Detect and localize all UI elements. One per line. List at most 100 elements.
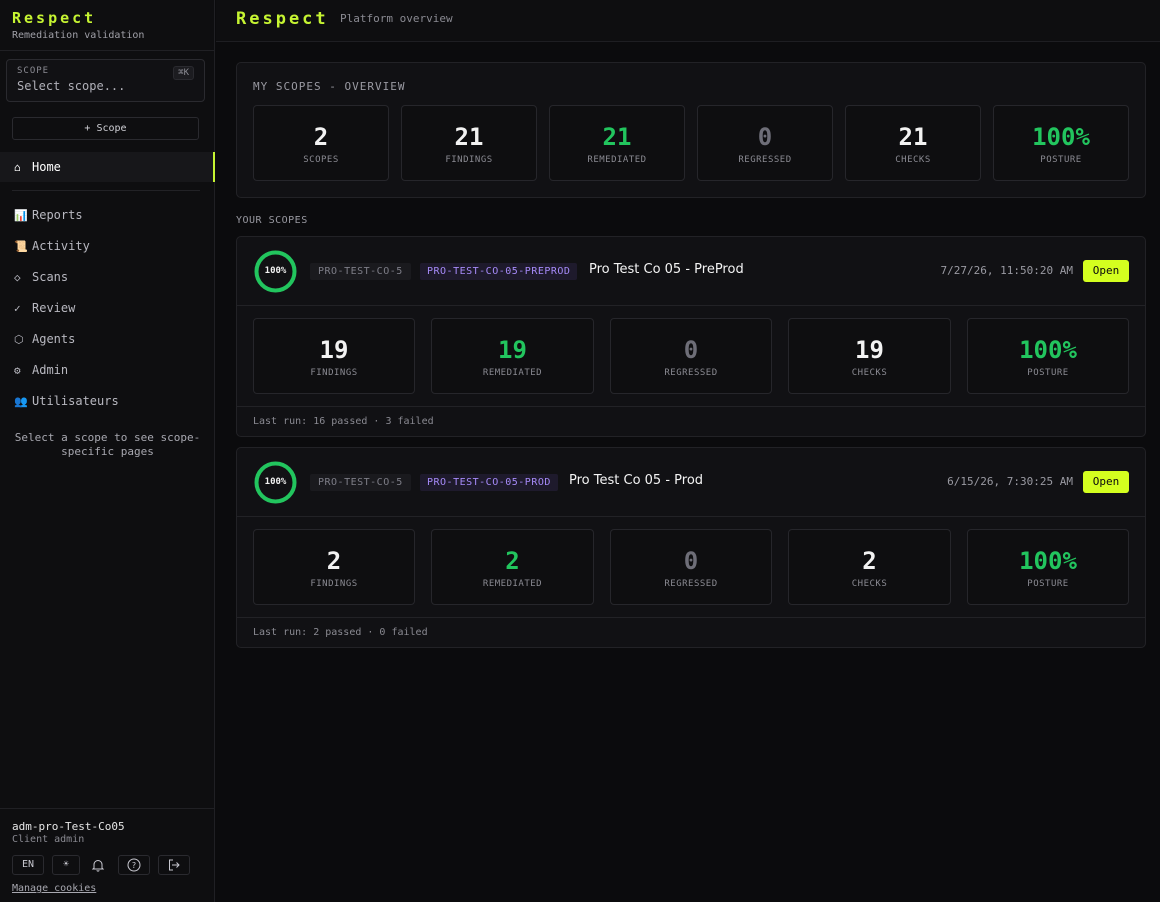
stat-scopes: 2 SCOPES xyxy=(253,105,389,181)
sidebar-item-label: Admin xyxy=(32,363,69,377)
stat-label: FINDINGS xyxy=(310,579,358,589)
scope-label: SCOPE xyxy=(17,66,50,76)
logout-icon[interactable] xyxy=(158,855,190,875)
page-brand-title: Respect xyxy=(236,9,329,29)
scope-placeholder: Select scope... xyxy=(17,79,126,93)
stat-value: 100% xyxy=(1019,547,1077,575)
stat-value: 21 xyxy=(898,123,928,151)
stat-value: 21 xyxy=(454,123,484,151)
stat-label: FINDINGS xyxy=(310,368,358,378)
stat-findings: 19 FINDINGS xyxy=(253,318,415,394)
svg-text:?: ? xyxy=(132,861,136,870)
scope-date: 6/15/26, 7:30:25 AM xyxy=(947,475,1073,488)
stat-label: POSTURE xyxy=(1040,155,1082,165)
user-name: adm-pro-Test-Co05 xyxy=(12,820,125,833)
sidebar-item-label: Scans xyxy=(32,270,69,284)
overview-panel: MY SCOPES - OVERVIEW 2 SCOPES 21 FINDING… xyxy=(236,62,1146,198)
language-button[interactable]: EN xyxy=(12,855,44,875)
stat-label: POSTURE xyxy=(1027,579,1069,589)
sidebar-item-home[interactable]: ⌂ Home xyxy=(0,152,215,182)
stat-remediated: 19 REMEDIATED xyxy=(431,318,594,394)
stat-value: 21 xyxy=(602,123,632,151)
stat-posture: 100% POSTURE xyxy=(993,105,1129,181)
stat-label: CHECKS xyxy=(851,368,888,378)
hexagon-icon: ⬡ xyxy=(14,333,24,346)
org-code-chip: PRO-TEST-CO-5 xyxy=(310,263,411,280)
sidebar: Respect Remediation validation SCOPE ⌘K … xyxy=(0,0,215,902)
sidebar-item-activity[interactable]: 📜 Activity xyxy=(0,231,215,262)
scope-hint-text: Select a scope to see scope-specific pag… xyxy=(14,431,201,458)
chart-icon: 📊 xyxy=(14,209,28,222)
scope-date: 7/27/26, 11:50:20 AM xyxy=(940,264,1073,277)
scope-card: 100% PRO-TEST-CO-5 PRO-TEST-CO-05-PREPRO… xyxy=(236,236,1146,437)
sidebar-item-utilisateurs[interactable]: 👥 Utilisateurs xyxy=(0,386,215,417)
stat-label: REMEDIATED xyxy=(482,368,543,378)
last-run-summary: Last run: 2 passed · 0 failed xyxy=(237,617,1145,648)
stat-label: CHECKS xyxy=(851,579,888,589)
overview-title: MY SCOPES - OVERVIEW xyxy=(253,80,406,93)
stat-label: REMEDIATED xyxy=(482,579,543,589)
stat-value: 100% xyxy=(1019,336,1077,364)
stat-value: 0 xyxy=(683,336,699,364)
stat-value: 0 xyxy=(683,547,699,575)
open-button[interactable]: Open xyxy=(1083,260,1129,282)
page-subtitle: Platform overview xyxy=(340,12,453,25)
stat-label: REGRESSED xyxy=(664,579,718,589)
stat-label: FINDINGS xyxy=(445,155,493,165)
section-label-your-scopes: YOUR SCOPES xyxy=(236,215,308,226)
scroll-icon: 📜 xyxy=(14,240,28,253)
sidebar-item-review[interactable]: ✓ Review xyxy=(0,293,215,324)
stat-label: REGRESSED xyxy=(664,368,718,378)
user-role: Client admin xyxy=(12,834,85,845)
stat-value: 19 xyxy=(319,336,349,364)
scope-code-chip: PRO-TEST-CO-05-PREPROD xyxy=(420,263,578,280)
sidebar-item-reports[interactable]: 📊 Reports xyxy=(0,200,215,231)
stat-findings: 2 FINDINGS xyxy=(253,529,415,605)
stat-checks: 21 CHECKS xyxy=(845,105,981,181)
manage-cookies-link[interactable]: Manage cookies xyxy=(12,883,96,894)
brand-subtitle: Remediation validation xyxy=(12,30,145,41)
stat-regressed: 0 REGRESSED xyxy=(697,105,833,181)
users-icon: 👥 xyxy=(14,395,28,408)
brand-title[interactable]: Respect xyxy=(12,10,202,26)
top-bar: Respect Platform overview xyxy=(216,0,1160,42)
scope-selector[interactable]: SCOPE ⌘K Select scope... xyxy=(6,59,205,102)
diamond-icon: ◇ xyxy=(14,271,21,284)
scope-card-header: 100% PRO-TEST-CO-5 PRO-TEST-CO-05-PREPRO… xyxy=(237,237,1145,306)
sidebar-item-admin[interactable]: ⚙ Admin xyxy=(0,355,215,386)
stat-value: 2 xyxy=(862,547,877,575)
stat-label: REMEDIATED xyxy=(587,155,647,165)
sidebar-item-label: Review xyxy=(32,301,76,315)
org-code-chip: PRO-TEST-CO-5 xyxy=(310,474,411,491)
scope-name: Pro Test Co 05 - PreProd xyxy=(589,262,744,277)
stat-checks: 2 CHECKS xyxy=(788,529,951,605)
stat-regressed: 0 REGRESSED xyxy=(610,318,772,394)
user-panel: adm-pro-Test-Co05 Client admin EN ☀ ? Ma… xyxy=(0,808,215,902)
open-button[interactable]: Open xyxy=(1083,471,1129,493)
theme-toggle-icon[interactable]: ☀ xyxy=(52,855,80,875)
sidebar-nav: 📊 Reports 📜 Activity ◇ Scans ✓ Review ⬡ Agent… xyxy=(0,200,215,417)
sidebar-item-agents[interactable]: ⬡ Agents xyxy=(0,324,215,355)
add-scope-button[interactable]: + Scope xyxy=(12,117,199,140)
bell-icon[interactable] xyxy=(90,855,106,875)
sidebar-item-scans[interactable]: ◇ Scans xyxy=(0,262,215,293)
home-icon: ⌂ xyxy=(14,161,21,174)
stat-label: REGRESSED xyxy=(738,155,792,165)
stat-checks: 19 CHECKS xyxy=(788,318,951,394)
scope-code-chip: PRO-TEST-CO-05-PROD xyxy=(420,474,558,491)
help-icon[interactable]: ? xyxy=(118,855,150,875)
scope-name: Pro Test Co 05 - Prod xyxy=(569,473,704,488)
sidebar-item-label: Reports xyxy=(32,208,83,222)
gear-icon: ⚙ xyxy=(14,364,21,377)
stat-value: 0 xyxy=(757,123,773,151)
stat-value: 2 xyxy=(326,547,342,575)
stat-posture: 100% POSTURE xyxy=(967,318,1129,394)
posture-ring-label: 100% xyxy=(264,266,287,276)
stat-label: CHECKS xyxy=(895,155,931,165)
stat-value: 19 xyxy=(498,336,527,364)
stat-label: SCOPES xyxy=(303,155,339,165)
check-icon: ✓ xyxy=(14,302,21,315)
stat-value: 100% xyxy=(1032,123,1090,151)
scope-card-header: 100% PRO-TEST-CO-5 PRO-TEST-CO-05-PROD P… xyxy=(237,448,1145,517)
brand: Respect Remediation validation xyxy=(0,0,214,51)
